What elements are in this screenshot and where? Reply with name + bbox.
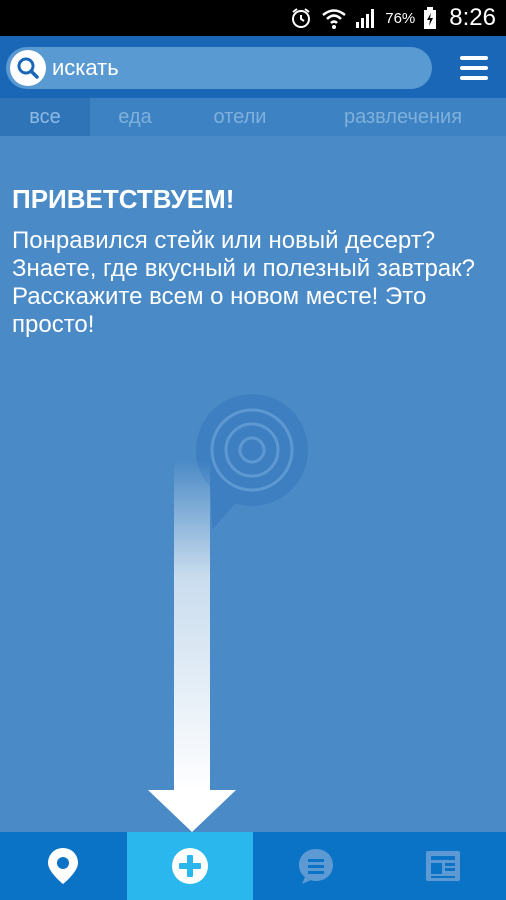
chat-icon (299, 849, 334, 884)
location-pin-watermark-icon (196, 394, 308, 530)
welcome-text: Понравился стейк или новый десерт? Знает… (12, 227, 475, 338)
status-icons: 76% 8:26 (289, 0, 496, 36)
search-placeholder: искать (52, 55, 119, 80)
category-tabs: все еда отели развлечения (0, 98, 506, 136)
onboarding-arrow-illustration (148, 394, 308, 832)
search-field[interactable]: искать (6, 47, 432, 89)
add-icon (171, 848, 208, 884)
battery-charging-icon (424, 7, 437, 29)
app-bar: искать (0, 36, 506, 98)
signal-icon (356, 9, 375, 28)
nav-add-place[interactable] (126, 832, 253, 900)
tab-entertainment[interactable]: развлечения (300, 98, 506, 136)
battery-percent: 76% (385, 9, 416, 27)
nav-chat[interactable] (253, 832, 380, 900)
alarm-icon (292, 8, 311, 28)
tab-hotels[interactable]: отели (180, 98, 300, 136)
search-icon (10, 50, 46, 86)
tab-food[interactable]: еда (90, 98, 180, 136)
welcome-block: ПРИВЕТСТВУЕМ! Понравился стейк или новый… (12, 184, 498, 339)
menu-icon[interactable] (460, 56, 488, 80)
status-bar: 76% 8:26 (0, 0, 506, 36)
clock: 8:26 (449, 4, 496, 31)
bottom-navigation (0, 832, 506, 900)
news-icon (425, 851, 460, 881)
tab-all[interactable]: все (0, 98, 90, 136)
wifi-icon (322, 9, 347, 29)
nav-map[interactable] (0, 832, 127, 900)
welcome-title: ПРИВЕТСТВУЕМ! (12, 184, 235, 214)
nav-news[interactable] (380, 832, 506, 900)
location-pin-icon (48, 848, 79, 884)
